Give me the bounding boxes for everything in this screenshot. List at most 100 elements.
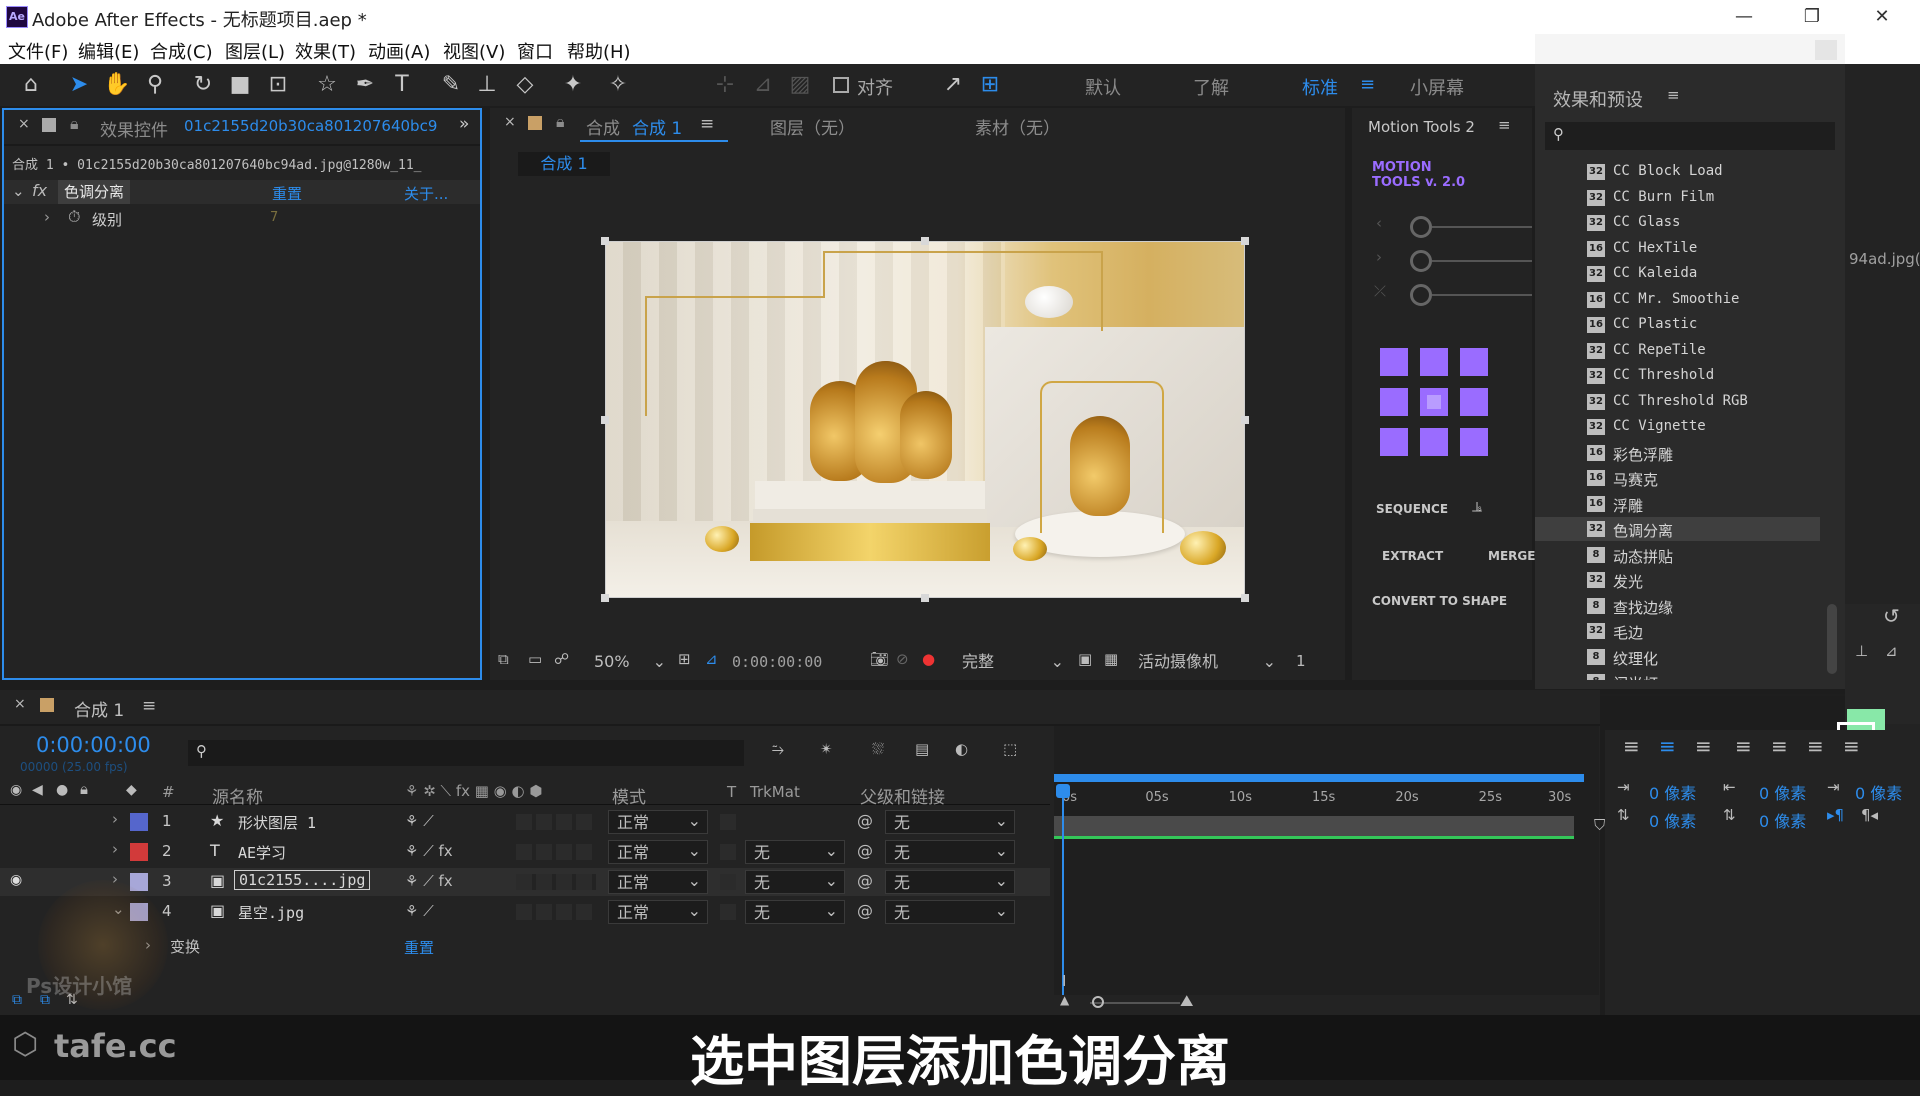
- effect-preset-item[interactable]: 32 色调分离: [1535, 517, 1820, 541]
- layer-name[interactable]: 01c2155....jpg: [234, 870, 371, 890]
- menu-file[interactable]: 文件(F): [8, 38, 68, 64]
- effect-preset-item[interactable]: 32 CC Glass: [1535, 211, 1820, 235]
- justify-center-icon[interactable]: ≡: [1771, 734, 1788, 758]
- indent-first-value[interactable]: 0 像素: [1855, 780, 1902, 804]
- scrollbar-thumb[interactable]: [1827, 604, 1837, 674]
- menu-layer[interactable]: 图层(L): [225, 38, 285, 64]
- type-tool-icon[interactable]: T: [387, 70, 417, 100]
- rtl-direction-icon[interactable]: ¶◂: [1861, 806, 1878, 824]
- snap-option-icon[interactable]: ↗: [938, 70, 968, 100]
- current-time[interactable]: 0:00:00:00: [36, 733, 151, 757]
- layer-switch-boxes[interactable]: [516, 814, 596, 830]
- parent-pickwhip-icon[interactable]: @: [857, 811, 873, 830]
- anchor-grid-cell[interactable]: [1380, 428, 1408, 456]
- snap-feature-icon[interactable]: ⊞: [975, 70, 1005, 100]
- indent-first-icon[interactable]: ⇥: [1827, 778, 1840, 796]
- effect-preset-item[interactable]: 8 动态拼贴: [1535, 543, 1820, 567]
- composition-mini-flowchart-icon[interactable]: ⥲: [772, 740, 784, 758]
- anchor-grid-cell[interactable]: [1460, 348, 1488, 376]
- layer-switches[interactable]: ⚘ ⟋: [405, 902, 434, 920]
- preserve-transparency-checkbox[interactable]: [720, 874, 736, 890]
- anchor-grid-cell[interactable]: [1460, 428, 1488, 456]
- effect-preset-item[interactable]: 32 CC Vignette: [1535, 415, 1820, 439]
- chevron-right-icon[interactable]: ›: [112, 810, 118, 828]
- parent-select[interactable]: 无 ⌄: [885, 840, 1015, 864]
- playhead[interactable]: [1056, 784, 1070, 798]
- transform-handle[interactable]: [601, 594, 609, 602]
- hand-tool-icon[interactable]: ✋: [102, 70, 132, 100]
- home-icon[interactable]: ⌂: [16, 70, 46, 100]
- chevron-down-icon[interactable]: ⌄: [12, 182, 25, 200]
- menu-window[interactable]: 窗口: [517, 38, 553, 64]
- effect-preset-item[interactable]: 16 CC HexTile: [1535, 237, 1820, 261]
- motion-blur-icon[interactable]: ◐: [955, 740, 968, 758]
- comp-image[interactable]: [605, 241, 1245, 598]
- ltr-direction-icon[interactable]: ▸¶: [1827, 806, 1844, 824]
- label-icon[interactable]: ◆: [126, 782, 137, 798]
- align-right-icon[interactable]: ≡: [1695, 734, 1712, 758]
- always-preview-icon[interactable]: ⧉: [498, 650, 509, 668]
- convert-to-shape-button[interactable]: CONVERT TO SHAPE: [1372, 594, 1507, 608]
- channel-icon[interactable]: ●: [922, 650, 935, 668]
- transform-handle[interactable]: [1241, 237, 1249, 245]
- justify-left-icon[interactable]: ≡: [1735, 734, 1752, 758]
- camera-select[interactable]: 活动摄像机 ⌄: [1130, 650, 1280, 674]
- effect-preset-item[interactable]: 16 CC Mr. Smoothie: [1535, 288, 1820, 312]
- preserve-transparency-checkbox[interactable]: [720, 904, 736, 920]
- slider-track[interactable]: [1432, 294, 1532, 296]
- effect-preset-item[interactable]: 32 CC Block Load: [1535, 160, 1820, 184]
- layer-row[interactable]: ◉ › 3 ▣ 01c2155....jpg ⚘ ⟋ fx 正常 ⌄ 无 ⌄ @ 无 ⌄: [0, 868, 1050, 896]
- parent-select[interactable]: 无 ⌄: [885, 870, 1015, 894]
- layer-name[interactable]: AE学习: [238, 842, 286, 863]
- anchor-grid-center[interactable]: [1420, 388, 1448, 416]
- snapshot-icon[interactable]: 📷︎: [870, 650, 889, 668]
- show-snapshot-icon[interactable]: ⊘: [896, 650, 909, 668]
- preserve-transparency-checkbox[interactable]: [720, 814, 736, 830]
- pan-behind-tool-icon[interactable]: ⊡: [263, 70, 293, 100]
- zoom-slider-knob[interactable]: [1092, 996, 1104, 1008]
- parent-pickwhip-icon[interactable]: @: [857, 841, 873, 860]
- zoom-tool-icon[interactable]: ⚲: [140, 70, 170, 100]
- layer-row[interactable]: › 1 ★ 形状图层 1 ⚘ ⟋ 正常 ⌄ @ 无 ⌄: [0, 808, 1050, 836]
- layer-name[interactable]: 形状图层 1: [238, 812, 316, 833]
- slider-track[interactable]: [1432, 260, 1532, 262]
- chevron-right-icon[interactable]: ›: [44, 208, 50, 226]
- track-matte-select[interactable]: 无 ⌄: [745, 840, 845, 864]
- effect-preset-item[interactable]: 8 查找边缘: [1535, 594, 1820, 618]
- panel-overflow-icon[interactable]: »: [459, 114, 469, 134]
- effect-reset-link[interactable]: 重置: [272, 183, 302, 204]
- close-tab-icon[interactable]: ×: [504, 114, 516, 130]
- track-matte-select[interactable]: 无 ⌄: [745, 870, 845, 894]
- slider-knob[interactable]: [1410, 284, 1432, 306]
- comp-settings-icon[interactable]: ⧉: [12, 992, 22, 1008]
- menu-view[interactable]: 视图(V): [443, 38, 505, 64]
- workspace-menu-icon[interactable]: ≡: [1360, 74, 1375, 95]
- timeline-tab[interactable]: 合成 1: [74, 696, 124, 721]
- monitor-icon[interactable]: ▭: [528, 650, 542, 668]
- menu-effect[interactable]: 效果(T): [295, 38, 356, 64]
- layer-row[interactable]: › 2 T AE学习 ⚘ ⟋ fx 正常 ⌄ 无 ⌄ @ 无 ⌄: [0, 838, 1050, 866]
- anchor-grid-cell[interactable]: [1380, 388, 1408, 416]
- menu-composition[interactable]: 合成(C): [150, 38, 213, 64]
- effect-preset-item[interactable]: 32 CC Threshold RGB: [1535, 390, 1820, 414]
- layer-visibility-icon[interactable]: ◉: [10, 872, 22, 888]
- switches-icons[interactable]: ⚘ ✲ ⟍ fx ▦ ◉ ◐ ⬢: [405, 782, 543, 800]
- menu-edit[interactable]: 编辑(E): [78, 38, 139, 64]
- indent-left-icon[interactable]: ⇥: [1617, 778, 1630, 796]
- menu-animation[interactable]: 动画(A): [368, 38, 430, 64]
- effect-preset-item[interactable]: 8 闪光灯: [1535, 670, 1820, 680]
- layer-blend-mode-select[interactable]: 正常 ⌄: [608, 810, 708, 834]
- roto-brush-icon[interactable]: ✦: [558, 70, 588, 100]
- transform-handle[interactable]: [601, 416, 609, 424]
- comp-breadcrumb[interactable]: 合成 1: [518, 152, 610, 176]
- label-color-swatch[interactable]: [130, 813, 148, 831]
- menu-help[interactable]: 帮助(H): [567, 38, 631, 64]
- effect-preset-item[interactable]: 32 发光: [1535, 568, 1820, 592]
- slider-knob[interactable]: [1410, 216, 1432, 238]
- float-close-icon[interactable]: [1815, 40, 1837, 60]
- mask-icon[interactable]: ☍: [554, 650, 569, 668]
- marker-icon[interactable]: ⛉: [1594, 816, 1605, 834]
- chevron-left-icon[interactable]: ‹: [1376, 214, 1382, 232]
- zoom-in-icon[interactable]: ⛰: [1180, 991, 1193, 1011]
- layer-blend-mode-select[interactable]: 正常 ⌄: [608, 840, 708, 864]
